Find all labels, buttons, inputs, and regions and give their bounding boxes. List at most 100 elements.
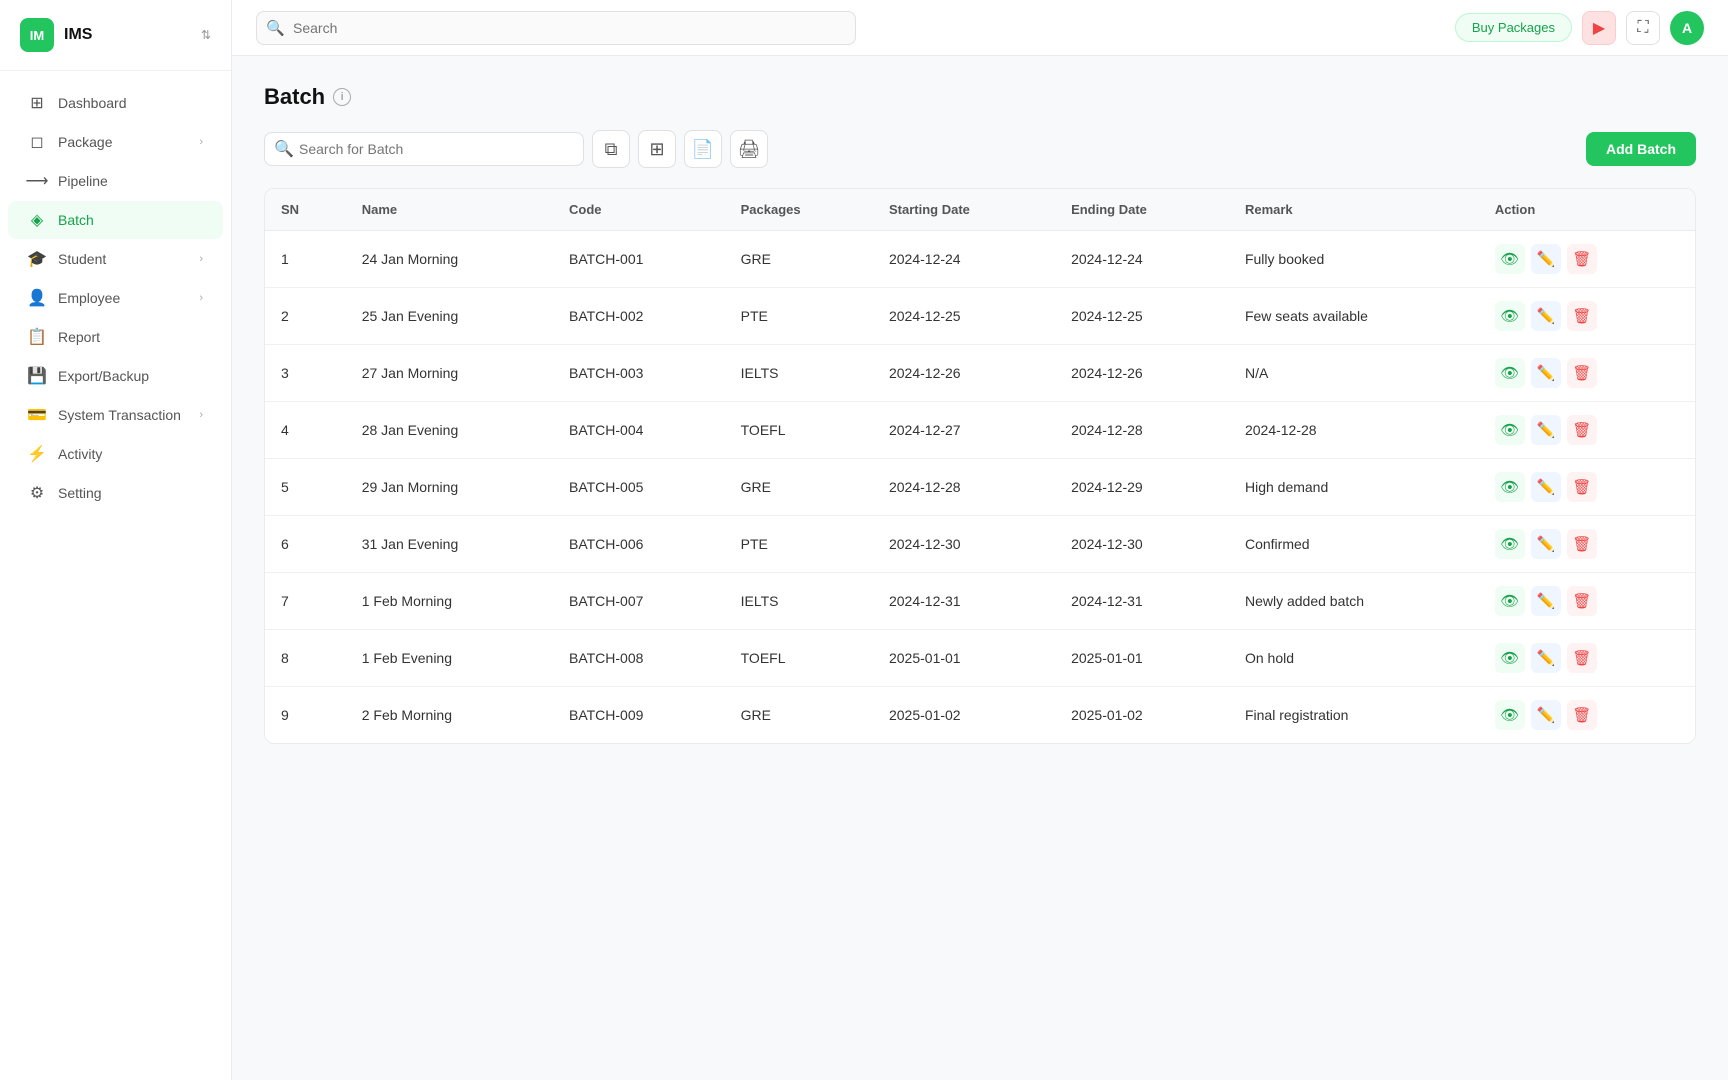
col-header-packages: Packages: [725, 189, 873, 231]
buy-packages-button[interactable]: Buy Packages: [1455, 13, 1572, 42]
view-button[interactable]: 👁: [1495, 301, 1525, 331]
view-button[interactable]: 👁: [1495, 244, 1525, 274]
cell-code: BATCH-005: [553, 459, 725, 516]
expand-icon-button[interactable]: ⛶: [1626, 11, 1660, 45]
toolbar: 🔍 ⧉ ⊞ 📄 🖨 Add Batch: [264, 130, 1696, 168]
sidebar-item-system-transaction[interactable]: 💳System Transaction›: [8, 396, 223, 434]
delete-button[interactable]: 🗑: [1567, 358, 1597, 388]
chevron-down-icon: ›: [199, 136, 203, 148]
edit-button[interactable]: ✏️: [1531, 415, 1561, 445]
cell-action: 👁 ✏️ 🗑: [1479, 573, 1695, 630]
edit-button[interactable]: ✏️: [1531, 244, 1561, 274]
logo-name: IMS: [64, 26, 191, 44]
pipeline-icon: ⟶: [28, 172, 46, 190]
sidebar-item-label-setting: Setting: [58, 485, 102, 501]
sidebar-item-export-backup[interactable]: 💾Export/Backup: [8, 357, 223, 395]
delete-button[interactable]: 🗑: [1567, 643, 1597, 673]
table-row: 428 Jan EveningBATCH-004TOEFL2024-12-272…: [265, 402, 1695, 459]
edit-button[interactable]: ✏️: [1531, 301, 1561, 331]
cell-starting-date: 2024-12-27: [873, 402, 1055, 459]
delete-button[interactable]: 🗑: [1567, 244, 1597, 274]
edit-button[interactable]: ✏️: [1531, 472, 1561, 502]
edit-button[interactable]: ✏️: [1531, 700, 1561, 730]
sidebar-item-label-dashboard: Dashboard: [58, 95, 127, 111]
table-header: SNNameCodePackagesStarting DateEnding Da…: [265, 189, 1695, 231]
delete-button[interactable]: 🗑: [1567, 415, 1597, 445]
cell-ending-date: 2024-12-28: [1055, 402, 1229, 459]
col-header-sn: SN: [265, 189, 346, 231]
cell-name: 24 Jan Morning: [346, 231, 553, 288]
view-button[interactable]: 👁: [1495, 643, 1525, 673]
view-button[interactable]: 👁: [1495, 586, 1525, 616]
cell-packages: TOEFL: [725, 630, 873, 687]
edit-button[interactable]: ✏️: [1531, 643, 1561, 673]
sidebar-item-report[interactable]: 📋Report: [8, 318, 223, 356]
sidebar-item-package[interactable]: ◻Package›: [8, 123, 223, 161]
view-button[interactable]: 👁: [1495, 529, 1525, 559]
chevron-down-icon: ›: [199, 292, 203, 304]
cell-starting-date: 2025-01-01: [873, 630, 1055, 687]
sidebar-item-label-system-transaction: System Transaction: [58, 407, 181, 423]
play-icon-button[interactable]: ▶: [1582, 11, 1616, 45]
table-row: 529 Jan MorningBATCH-005GRE2024-12-28202…: [265, 459, 1695, 516]
delete-button[interactable]: 🗑: [1567, 472, 1597, 502]
action-buttons: 👁 ✏️ 🗑: [1495, 415, 1679, 445]
cell-packages: IELTS: [725, 345, 873, 402]
cell-ending-date: 2024-12-24: [1055, 231, 1229, 288]
delete-button[interactable]: 🗑: [1567, 586, 1597, 616]
view-button[interactable]: 👁: [1495, 700, 1525, 730]
cell-starting-date: 2024-12-28: [873, 459, 1055, 516]
view-button[interactable]: 👁: [1495, 415, 1525, 445]
sidebar-item-dashboard[interactable]: ⊞ Dashboard: [8, 84, 223, 122]
sidebar-item-activity[interactable]: ⚡Activity: [8, 435, 223, 473]
delete-button[interactable]: 🗑: [1567, 529, 1597, 559]
page-title-row: Batch i: [264, 84, 1696, 110]
print-button[interactable]: 🖨: [730, 130, 768, 168]
copy-button[interactable]: ⧉: [592, 130, 630, 168]
search-batch-input[interactable]: [264, 132, 584, 166]
view-button[interactable]: 👁: [1495, 472, 1525, 502]
sidebar-item-employee[interactable]: 👤Employee›: [8, 279, 223, 317]
topbar-search-input[interactable]: [256, 11, 856, 45]
cell-packages: PTE: [725, 516, 873, 573]
cell-starting-date: 2024-12-26: [873, 345, 1055, 402]
sidebar-item-label-pipeline: Pipeline: [58, 173, 108, 189]
table-body: 124 Jan MorningBATCH-001GRE2024-12-24202…: [265, 231, 1695, 744]
delete-button[interactable]: 🗑: [1567, 700, 1597, 730]
delete-button[interactable]: 🗑: [1567, 301, 1597, 331]
sidebar-item-batch[interactable]: ◈Batch: [8, 201, 223, 239]
edit-button[interactable]: ✏️: [1531, 586, 1561, 616]
pdf-export-button[interactable]: 📄: [684, 130, 722, 168]
col-header-code: Code: [553, 189, 725, 231]
report-icon: 📋: [28, 328, 46, 346]
view-button[interactable]: 👁: [1495, 358, 1525, 388]
sidebar-logo[interactable]: IM IMS ⇅: [0, 0, 231, 71]
page-title: Batch: [264, 84, 325, 110]
excel-export-button[interactable]: ⊞: [638, 130, 676, 168]
edit-button[interactable]: ✏️: [1531, 529, 1561, 559]
add-batch-button[interactable]: Add Batch: [1586, 132, 1696, 166]
cell-sn: 1: [265, 231, 346, 288]
action-buttons: 👁 ✏️ 🗑: [1495, 586, 1679, 616]
sidebar: IM IMS ⇅ ⊞ Dashboard ◻Package› ⟶ Pipeline ◈Ba…: [0, 0, 232, 1080]
sidebar-item-pipeline[interactable]: ⟶ Pipeline: [8, 162, 223, 200]
content-area: Batch i 🔍 ⧉ ⊞ 📄 🖨 Add Batch SNNameCodePa…: [232, 56, 1728, 1080]
dashboard-icon: ⊞: [28, 94, 46, 112]
edit-button[interactable]: ✏️: [1531, 358, 1561, 388]
cell-name: 31 Jan Evening: [346, 516, 553, 573]
logo-icon: IM: [20, 18, 54, 52]
info-icon[interactable]: i: [333, 88, 351, 106]
action-buttons: 👁 ✏️ 🗑: [1495, 700, 1679, 730]
topbar-search-wrap: 🔍: [256, 11, 856, 45]
table-header-row: SNNameCodePackagesStarting DateEnding Da…: [265, 189, 1695, 231]
cell-packages: TOEFL: [725, 402, 873, 459]
table-row: 124 Jan MorningBATCH-001GRE2024-12-24202…: [265, 231, 1695, 288]
setting-icon: ⚙: [28, 484, 46, 502]
sidebar-item-label-employee: Employee: [58, 290, 120, 306]
avatar-button[interactable]: A: [1670, 11, 1704, 45]
cell-code: BATCH-006: [553, 516, 725, 573]
cell-packages: GRE: [725, 231, 873, 288]
sidebar-item-setting[interactable]: ⚙ Setting: [8, 474, 223, 512]
sidebar-item-student[interactable]: 🎓Student›: [8, 240, 223, 278]
cell-action: 👁 ✏️ 🗑: [1479, 459, 1695, 516]
